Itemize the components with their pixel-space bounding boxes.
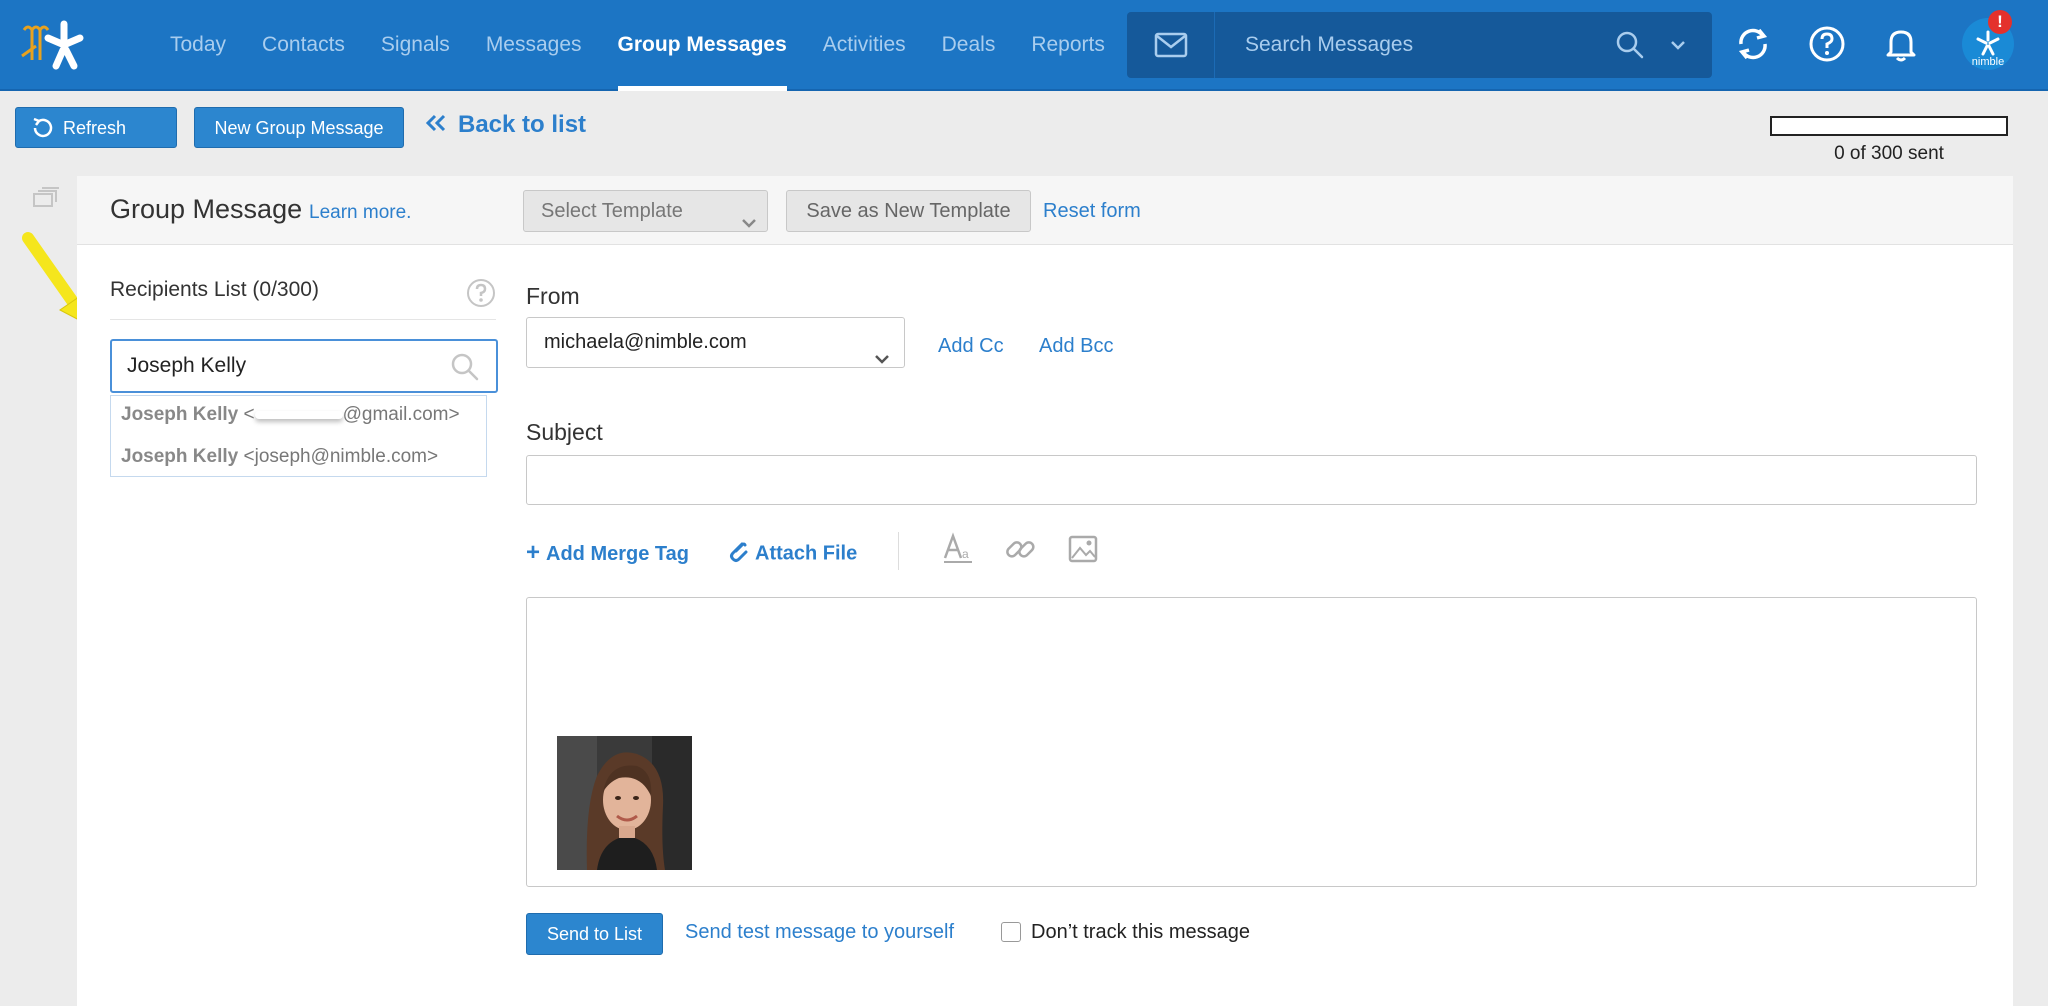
select-template-dropdown[interactable]: Select Template (523, 190, 768, 232)
text-format-icon[interactable]: a (942, 532, 974, 571)
refresh-label: Refresh (63, 118, 127, 138)
attach-file-label: Attach File (755, 542, 858, 565)
mail-icon[interactable] (1127, 12, 1215, 78)
refresh-icon (30, 116, 54, 145)
paperclip-icon (727, 539, 749, 569)
add-merge-tag-button[interactable]: + Add Merge Tag (526, 539, 689, 567)
link-icon[interactable] (1004, 532, 1036, 571)
nav-today[interactable]: Today (152, 0, 244, 91)
message-search[interactable]: Search Messages (1127, 12, 1712, 78)
copy-window-icon[interactable] (32, 186, 60, 213)
back-to-list-link[interactable]: Back to list (424, 111, 586, 139)
panel-header: Group Message Learn more. Select Templat… (77, 176, 2013, 245)
from-select[interactable]: michaela@nimble.com (526, 317, 905, 368)
suggestion-name: Joseph Kelly (121, 446, 239, 467)
page-title: Group Message (110, 194, 303, 224)
from-label: From (526, 283, 580, 309)
from-value: michaela@nimble.com (544, 331, 747, 353)
suggestion-item[interactable]: Joseph Kelly <joseph@nimble.com> (121, 446, 438, 468)
search-icon[interactable] (450, 352, 480, 387)
search-icon[interactable] (1615, 30, 1645, 65)
svg-text:a: a (962, 547, 969, 561)
bell-icon[interactable] (1879, 22, 1923, 66)
nav-signals[interactable]: Signals (363, 0, 468, 91)
toolbar-divider (898, 532, 899, 570)
suggestion-email-suffix: @gmail.com> (342, 404, 460, 425)
nav-deals[interactable]: Deals (924, 0, 1014, 91)
add-cc-link[interactable]: Add Cc (938, 335, 1004, 358)
chevron-down-icon (874, 336, 890, 385)
nav-messages[interactable]: Messages (468, 0, 600, 91)
group-message-panel: Group Message Learn more. Select Templat… (77, 176, 2013, 1006)
recipients-list-title: Recipients List (0/300) (110, 278, 319, 301)
send-progress-text: 0 of 300 sent (1834, 143, 1944, 164)
message-body-editor[interactable] (526, 597, 1977, 887)
select-template-label: Select Template (541, 200, 683, 222)
recipients-help-icon[interactable] (466, 278, 496, 313)
redaction-mark (254, 410, 343, 419)
subject-label: Subject (526, 419, 603, 445)
subject-input[interactable] (526, 455, 1977, 505)
send-test-message-link[interactable]: Send test message to yourself (685, 921, 954, 944)
recipient-search-input[interactable] (127, 341, 447, 391)
signature-photo (557, 736, 692, 870)
suggestion-item[interactable]: Joseph Kelly < @gmail.com> (121, 404, 460, 426)
dont-track-label: Don’t track this message (1031, 921, 1250, 943)
back-to-list-label: Back to list (458, 111, 587, 138)
send-progress-bar (1770, 116, 2008, 136)
top-nav-bar: Today Contacts Signals Messages Group Me… (0, 0, 2048, 91)
suggestion-email-prefix: < (238, 404, 255, 425)
recipient-suggestions: Joseph Kelly < @gmail.com> Joseph Kelly <… (110, 395, 487, 477)
chevron-down-icon[interactable] (1670, 36, 1686, 59)
new-group-message-button[interactable]: New Group Message (194, 107, 404, 148)
dont-track-checkbox[interactable] (1001, 922, 1021, 942)
plus-icon: + (526, 539, 541, 566)
send-to-list-button[interactable]: Send to List (526, 913, 663, 955)
nav-contacts[interactable]: Contacts (244, 0, 363, 91)
reset-form-link[interactable]: Reset form (1043, 200, 1141, 223)
avatar-label: nimble (1971, 56, 2005, 68)
search-input[interactable]: Search Messages (1245, 12, 1413, 78)
main-nav: Today Contacts Signals Messages Group Me… (152, 0, 1123, 91)
suggestion-name: Joseph Kelly (121, 404, 239, 425)
chevron-down-icon (741, 204, 757, 244)
add-merge-tag-label: Add Merge Tag (546, 543, 689, 565)
save-as-new-template-button[interactable]: Save as New Template (786, 190, 1031, 232)
suggestion-email: <joseph@nimble.com> (238, 446, 439, 467)
help-icon[interactable] (1805, 22, 1849, 66)
recipients-divider (110, 319, 496, 320)
nav-activities[interactable]: Activities (805, 0, 924, 91)
alert-badge: ! (1988, 10, 2012, 34)
attach-file-button[interactable]: Attach File (727, 539, 857, 569)
nav-reports[interactable]: Reports (1013, 0, 1123, 91)
logo-icon[interactable] (18, 16, 96, 74)
add-bcc-link[interactable]: Add Bcc (1039, 335, 1113, 358)
recipient-search-field[interactable] (110, 339, 498, 393)
double-chevron-left-icon (424, 111, 448, 139)
learn-more-link[interactable]: Learn more. (309, 202, 411, 224)
image-icon[interactable] (1067, 532, 1099, 571)
nav-group-messages[interactable]: Group Messages (600, 0, 805, 91)
sync-icon[interactable] (1731, 22, 1775, 66)
refresh-button[interactable]: Refresh (15, 107, 177, 148)
